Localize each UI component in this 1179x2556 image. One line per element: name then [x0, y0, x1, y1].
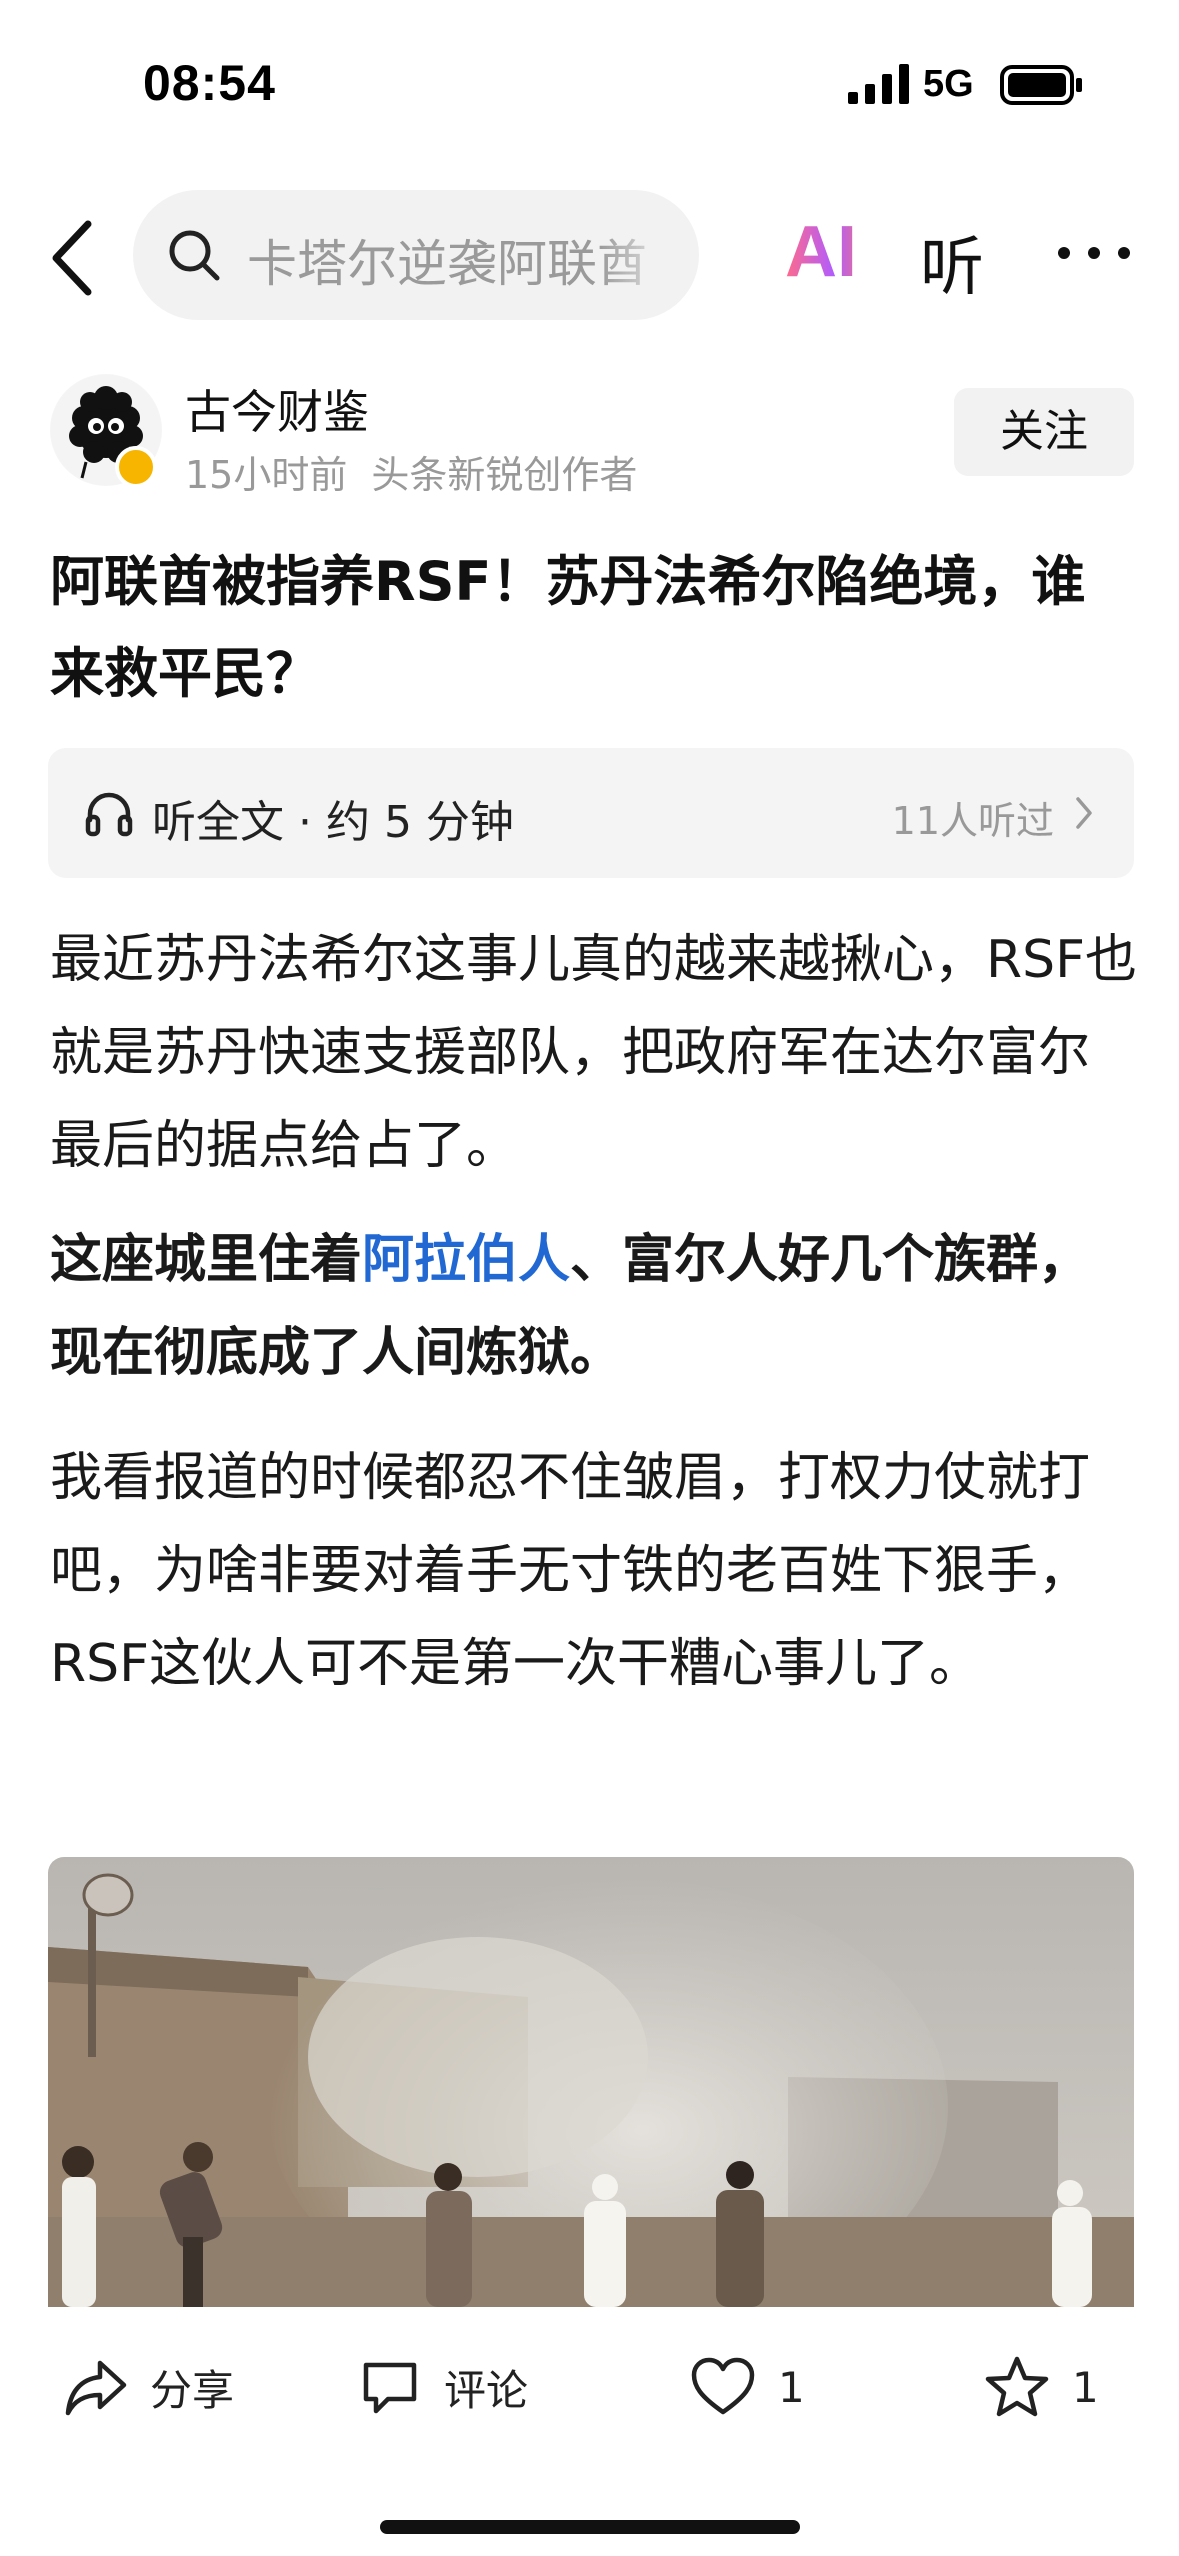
paragraph-2-text-a: 这座城里住着 — [50, 1230, 363, 1290]
paragraph-1: 最近苏丹法希尔这事儿真的越来越揪心，RSF也就是苏丹快速支援部队，把政府军在达尔… — [50, 930, 1138, 1176]
bottom-action-bar: 分享 评论 1 1 — [0, 2307, 1179, 2556]
entity-link[interactable]: 阿拉伯人 — [362, 1230, 570, 1290]
author-name[interactable]: 古今财鉴 — [185, 376, 369, 442]
author-tag: 头条新锐创作者 — [371, 453, 638, 497]
more-icon[interactable] — [1056, 238, 1132, 268]
ai-button[interactable]: AI — [785, 212, 875, 292]
comment-button[interactable]: 评论 — [358, 2347, 528, 2427]
comment-icon — [363, 2362, 417, 2414]
headphones-icon — [85, 792, 133, 837]
article-image[interactable] — [48, 1857, 1134, 2307]
back-icon[interactable] — [44, 218, 104, 298]
favorite-count: 1 — [1072, 2362, 1099, 2412]
search-icon — [169, 230, 220, 281]
status-time: 08:54 — [143, 55, 276, 111]
share-icon — [65, 2360, 127, 2416]
home-indicator[interactable] — [380, 2520, 800, 2534]
status-bar: 08:54 5G — [0, 0, 1179, 170]
search-query-text: 卡塔尔逆袭阿联酋 — [247, 235, 647, 293]
share-button[interactable]: 分享 — [64, 2347, 234, 2427]
star-icon — [985, 2356, 1049, 2417]
verified-badge-icon — [115, 446, 157, 488]
ai-label: AI — [785, 212, 875, 292]
listen-button[interactable]: 听 — [920, 216, 984, 308]
like-button[interactable]: 1 — [690, 2347, 805, 2427]
signal-icon — [848, 64, 909, 104]
paragraph-2: 这座城里住着阿拉伯人、富尔人好几个族群，现在彻底成了人间炼狱。 — [50, 1214, 1140, 1400]
heart-icon — [691, 2357, 755, 2415]
favorite-button[interactable]: 1 — [984, 2347, 1099, 2427]
publish-time: 15小时前 — [185, 453, 348, 497]
battery-icon — [1000, 65, 1082, 105]
network-label: 5G — [923, 63, 974, 105]
like-count: 1 — [778, 2362, 805, 2412]
article-title: 阿联酋被指养RSF！苏丹法希尔陷绝境，谁来救平民？ — [50, 550, 1086, 705]
comment-label: 评论 — [444, 2365, 529, 2415]
paragraph-3: 我看报道的时候都忍不住皱眉，打权力仗就打吧，为啥非要对着手无寸铁的老百姓下狠手，… — [50, 1448, 1091, 1694]
listen-full-label: 听全文 · 约 5 分钟 — [152, 797, 514, 848]
news-photo — [48, 1857, 1134, 2307]
follow-button[interactable]: 关注 — [954, 388, 1134, 476]
listen-full-bar[interactable]: 听全文 · 约 5 分钟 11人听过 — [48, 748, 1134, 878]
chevron-right-icon — [1076, 797, 1092, 829]
search-input[interactable]: 卡塔尔逆袭阿联酋 — [133, 190, 699, 320]
author-meta: 15小时前 头条新锐创作者 — [185, 444, 637, 499]
share-label: 分享 — [150, 2365, 235, 2415]
listen-count: 11人听过 — [891, 799, 1054, 843]
